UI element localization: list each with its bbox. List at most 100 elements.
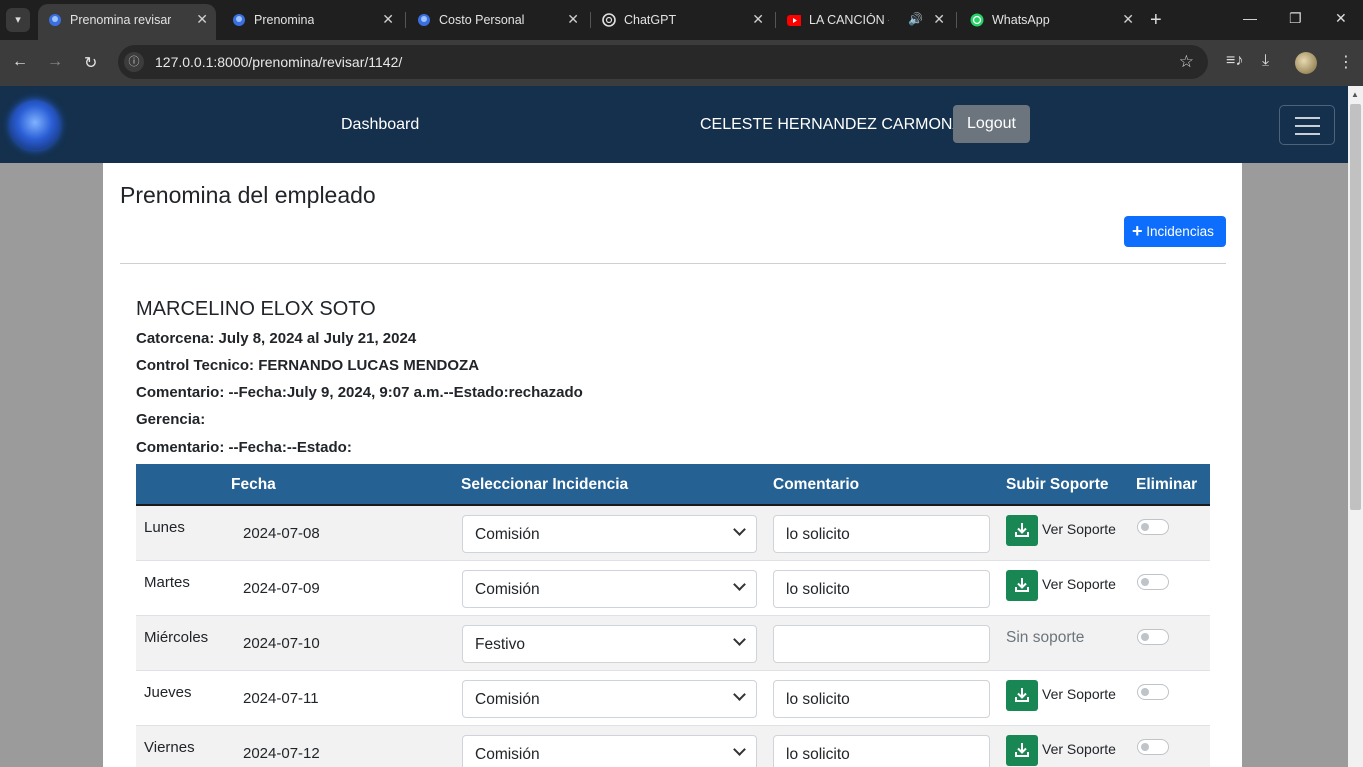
sin-soporte-text: Sin soporte — [1006, 629, 1085, 646]
close-icon[interactable]: ✕ — [752, 11, 764, 28]
browser-tab-prenomina[interactable]: Prenomina ✕ — [222, 0, 402, 40]
incidencia-select[interactable]: Comisión — [462, 515, 757, 553]
comentario-control-info: Comentario: --Fecha:July 9, 2024, 9:07 a… — [136, 384, 583, 401]
tab-separator — [590, 12, 591, 28]
app-logo[interactable] — [10, 100, 60, 150]
chevron-down-icon: ▾ — [15, 14, 21, 26]
download-icon[interactable]: ⤓ — [1262, 52, 1269, 70]
address-bar[interactable]: ⓘ 127.0.0.1:8000/prenomina/revisar/1142/… — [118, 45, 1208, 79]
ver-soporte-link[interactable]: Ver Soporte — [1042, 576, 1116, 592]
comentario-input[interactable]: lo solicito — [773, 570, 990, 608]
minimize-button[interactable]: — — [1243, 10, 1257, 26]
comentario-input[interactable] — [773, 625, 990, 663]
incidencia-select[interactable]: Festivo — [462, 625, 757, 663]
comentario-input[interactable]: lo solicito — [773, 680, 990, 718]
new-tab-button[interactable]: + — [1150, 9, 1162, 32]
nav-dashboard-link[interactable]: Dashboard — [341, 116, 419, 134]
incidencia-select[interactable]: Comisión — [462, 680, 757, 718]
comentario-input[interactable]: lo solicito — [773, 735, 990, 767]
tab-title: LA CANCIÓN - Yo — [809, 13, 889, 27]
plus-icon: + — [1150, 9, 1162, 31]
row-date: 2024-07-09 — [243, 580, 320, 597]
download-soporte-button[interactable] — [1006, 570, 1038, 601]
forward-arrow-icon[interactable]: → — [47, 53, 63, 71]
control-tecnico-info: Control Tecnico: FERNANDO LUCAS MENDOZA — [136, 357, 480, 374]
ver-soporte-link[interactable]: Ver Soporte — [1042, 741, 1116, 757]
table-header: Fecha Seleccionar Incidencia Comentario … — [136, 464, 1210, 506]
tab-separator — [775, 12, 776, 28]
column-header-fecha: Fecha — [231, 476, 276, 493]
download-icon — [1015, 688, 1029, 702]
restore-button[interactable]: ❐ — [1289, 10, 1302, 27]
eliminar-toggle[interactable] — [1137, 739, 1169, 755]
close-icon[interactable]: ✕ — [933, 11, 945, 28]
row-day: Miércoles — [144, 629, 209, 646]
whatsapp-icon — [970, 13, 984, 27]
tab-title: Prenomina revisar — [70, 13, 172, 27]
reload-icon[interactable]: ↻ — [84, 53, 97, 73]
browser-tab-chatgpt[interactable]: ChatGPT ✕ — [592, 0, 772, 40]
download-soporte-button[interactable] — [1006, 515, 1038, 546]
eliminar-toggle[interactable] — [1137, 629, 1169, 645]
table-row: Viernes 2024-07-12 Comisión lo solicito … — [136, 726, 1210, 767]
browser-tab-costo-personal[interactable]: Costo Personal ✕ — [407, 0, 587, 40]
download-icon — [1015, 743, 1029, 757]
tab-title: WhatsApp — [992, 13, 1050, 27]
close-icon[interactable]: ✕ — [382, 11, 394, 28]
row-date: 2024-07-12 — [243, 745, 320, 762]
download-soporte-button[interactable] — [1006, 735, 1038, 766]
browser-tab-prenomina-revisar[interactable]: Prenomina revisar ✕ — [38, 4, 216, 40]
site-info-icon[interactable]: ⓘ — [124, 52, 144, 72]
kebab-menu-icon[interactable]: ⋮ — [1338, 52, 1354, 72]
profile-avatar[interactable] — [1295, 52, 1317, 74]
speaker-icon[interactable]: 🔊 — [908, 12, 923, 26]
close-window-button[interactable]: ✕ — [1335, 10, 1347, 27]
eliminar-toggle[interactable] — [1137, 519, 1169, 535]
incidencia-select[interactable]: Comisión — [462, 735, 757, 767]
ver-soporte-link[interactable]: Ver Soporte — [1042, 686, 1116, 702]
ver-soporte-link[interactable]: Ver Soporte — [1042, 521, 1116, 537]
download-icon — [1015, 578, 1029, 592]
tab-search-button[interactable]: ▾ — [6, 8, 30, 32]
comentario-input[interactable]: lo solicito — [773, 515, 990, 553]
close-icon[interactable]: ✕ — [1122, 11, 1134, 28]
close-icon[interactable]: ✕ — [196, 11, 208, 28]
comentario-value: lo solicito — [786, 526, 850, 543]
nav-user-name: CELESTE HERNANDEZ CARMONA — [700, 116, 964, 133]
eliminar-toggle[interactable] — [1137, 684, 1169, 700]
youtube-icon — [787, 15, 801, 26]
download-icon — [1015, 523, 1029, 537]
table-row: Miércoles 2024-07-10 Festivo Sin soporte — [136, 616, 1210, 671]
eliminar-toggle[interactable] — [1137, 574, 1169, 590]
incidencia-select[interactable]: Comisión — [462, 570, 757, 608]
tab-title: ChatGPT — [624, 13, 677, 27]
incidencia-value: Comisión — [475, 526, 540, 543]
scrollbar-thumb[interactable] — [1350, 104, 1361, 510]
navbar-toggler-button[interactable] — [1279, 105, 1335, 145]
download-soporte-button[interactable] — [1006, 680, 1038, 711]
app-favicon-icon — [49, 14, 61, 26]
incidencias-button[interactable]: + Incidencias — [1124, 216, 1226, 247]
browser-toolbar: ← → ↻ ⓘ 127.0.0.1:8000/prenomina/revisar… — [0, 40, 1363, 86]
row-date: 2024-07-10 — [243, 635, 320, 652]
browser-tab-whatsapp[interactable]: WhatsApp ✕ — [960, 0, 1142, 40]
back-arrow-icon[interactable]: ← — [12, 53, 28, 71]
catorcena-info: Catorcena: July 8, 2024 al July 21, 2024 — [136, 330, 417, 347]
table-row: Lunes 2024-07-08 Comisión lo solicito Ve… — [136, 506, 1210, 561]
media-controls-icon[interactable]: ≡♪ — [1226, 52, 1243, 70]
app-favicon-icon — [418, 14, 430, 26]
close-icon[interactable]: ✕ — [567, 11, 579, 28]
page-scrollbar[interactable]: ▲ — [1348, 86, 1363, 767]
tab-title: Prenomina — [254, 13, 315, 27]
scroll-up-icon[interactable]: ▲ — [1351, 90, 1359, 99]
chatgpt-icon — [602, 13, 616, 27]
logout-button[interactable]: Logout — [953, 105, 1030, 143]
tab-separator — [405, 12, 406, 28]
browser-tab-youtube[interactable]: LA CANCIÓN - Yo 🔊 ✕ — [777, 0, 953, 40]
column-header-incidencia: Seleccionar Incidencia — [461, 476, 629, 493]
star-icon[interactable]: ☆ — [1179, 52, 1194, 72]
app-navbar: Dashboard CELESTE HERNANDEZ CARMONA Logo… — [0, 86, 1348, 163]
url-text[interactable]: 127.0.0.1:8000/prenomina/revisar/1142/ — [155, 54, 402, 70]
incidencias-label: Incidencias — [1146, 224, 1214, 239]
incidencia-value: Festivo — [475, 636, 525, 653]
